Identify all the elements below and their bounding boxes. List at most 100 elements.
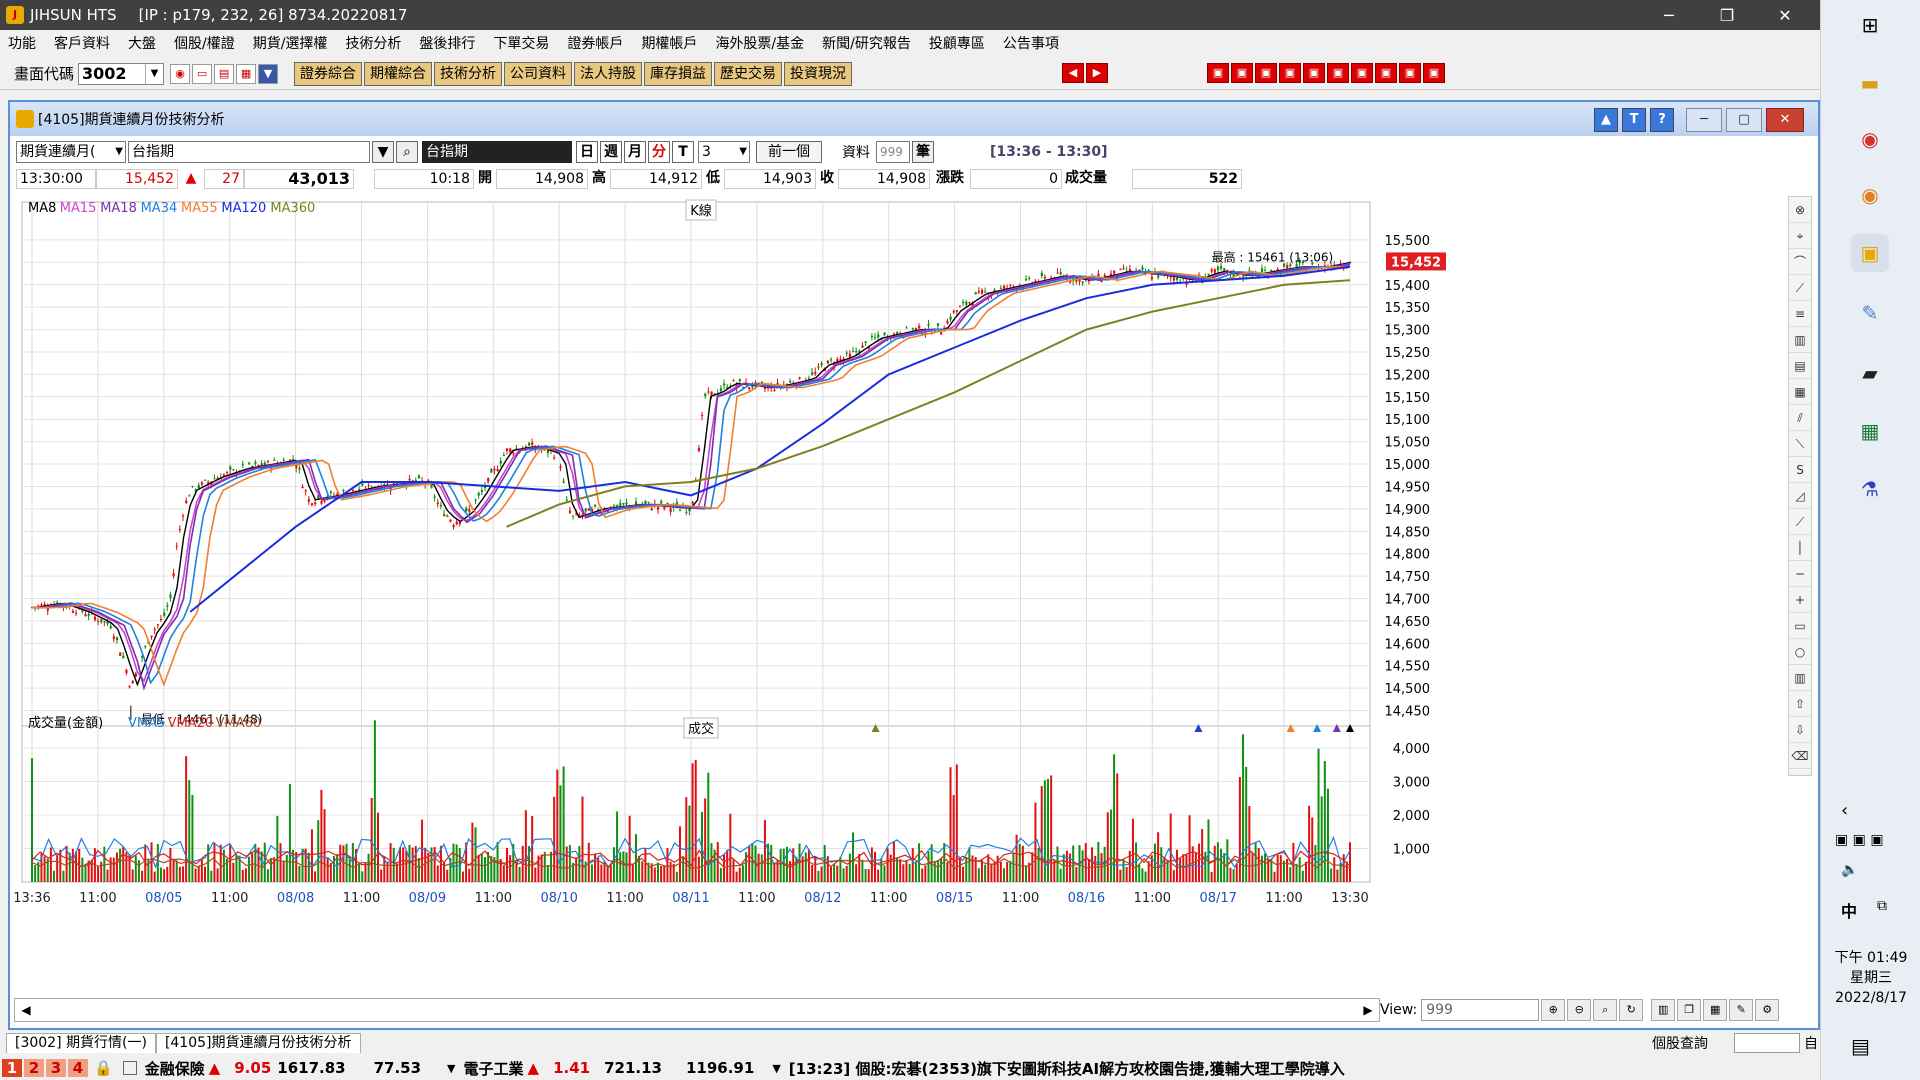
firefox-icon[interactable]: ◉ — [1851, 176, 1889, 214]
jihsun-app-icon[interactable]: ▣ — [1851, 234, 1889, 272]
draw-tool-icon-3[interactable]: ⟋ — [1789, 275, 1811, 301]
flask-icon[interactable]: ⚗ — [1851, 470, 1889, 508]
index-input[interactable]: 台指期 — [128, 141, 370, 163]
tool-icon-8[interactable]: ▣ — [1399, 63, 1421, 83]
draw-tool-icon-1[interactable]: ⌖ — [1789, 223, 1811, 249]
clock[interactable]: 下午 01:49 星期三 2022/8/17 — [1821, 948, 1920, 1008]
tool-icon-3[interactable]: ▣ — [1279, 63, 1301, 83]
windows-start-icon[interactable]: ⊞ — [1851, 6, 1889, 44]
view-input[interactable]: 999 — [1421, 999, 1540, 1021]
menu-item-13[interactable]: 公告事項 — [1003, 33, 1059, 53]
draw-tool-icon-17[interactable]: ○ — [1789, 639, 1811, 665]
tool-icon-1[interactable]: ▣ — [1231, 63, 1253, 83]
zoom-out-icon[interactable]: ⊖ — [1567, 999, 1592, 1021]
settings-chart-icon[interactable]: ▥ — [1651, 999, 1676, 1021]
window-minimize-icon[interactable]: ─ — [1686, 108, 1722, 132]
minute-select[interactable]: 3 ▼ — [698, 141, 750, 163]
text-t-icon[interactable]: T — [1622, 108, 1646, 132]
draw-tool-icon-16[interactable]: ▭ — [1789, 613, 1811, 639]
draw-tool-icon-0[interactable]: ⊗ — [1789, 197, 1811, 223]
menu-item-9[interactable]: 期權帳戶 — [641, 33, 697, 53]
menu-item-5[interactable]: 技術分析 — [345, 33, 401, 53]
period-button-0[interactable]: 日 — [576, 141, 598, 163]
close-icon[interactable]: ✕ — [1756, 0, 1814, 30]
draw-tool-icon-15[interactable]: + — [1789, 587, 1811, 613]
draw-tool-icon-18[interactable]: ▥ — [1789, 665, 1811, 691]
quick-button-7[interactable]: 投資現況 — [784, 61, 853, 86]
table-icon[interactable]: ▦ — [1703, 999, 1728, 1021]
tool-icon-6[interactable]: ▣ — [1351, 63, 1373, 83]
tool-icon-0[interactable]: ▣ — [1207, 63, 1229, 83]
excel-icon[interactable]: ▦ — [1851, 412, 1889, 450]
draw-tool-icon-6[interactable]: ▤ — [1789, 353, 1811, 379]
draw-tool-icon-21[interactable]: ⌫ — [1789, 743, 1811, 769]
menu-item-6[interactable]: 盤後排行 — [419, 33, 475, 53]
notification-icon[interactable]: ▤ — [1851, 1034, 1870, 1058]
draw-tool-icon-19[interactable]: ⇧ — [1789, 691, 1811, 717]
lock-icon[interactable]: 🔒 — [94, 1059, 113, 1077]
quick-button-2[interactable]: 技術分析 — [434, 61, 503, 86]
pencil-icon[interactable]: ✎ — [1729, 999, 1754, 1021]
draw-tool-icon-12[interactable]: ⟋ — [1789, 509, 1811, 535]
contract-select[interactable]: 期貨連續月(▼ — [16, 141, 126, 163]
zoom-in-icon[interactable]: ⊕ — [1541, 999, 1566, 1021]
unit-button[interactable]: 筆 — [912, 141, 934, 163]
refresh-icon[interactable]: ↻ — [1619, 999, 1644, 1021]
volume-icon[interactable]: 🔈 — [1841, 862, 1858, 878]
menu-item-8[interactable]: 證券帳戶 — [567, 33, 623, 53]
gear-icon[interactable]: ⚙ — [1755, 999, 1780, 1021]
period-button-1[interactable]: 週 — [600, 141, 622, 163]
dropdown-icon[interactable]: ▼ — [258, 63, 279, 84]
screen-code-input[interactable]: 3002 ▼ — [78, 62, 165, 85]
tool-icon-2[interactable]: ▣ — [1255, 63, 1277, 83]
tool-icon-5[interactable]: ▣ — [1327, 63, 1349, 83]
chart-area[interactable]: 13:36 11:00 08/05 11:00 08/08 11:00 08/09 11:00… — [13, 192, 1798, 1012]
chart-svg[interactable]: 13:36 11:00 08/05 11:00 08/08 11:00 08/09 11:00… — [13, 192, 1798, 1002]
draw-tool-icon-11[interactable]: ◿ — [1789, 483, 1811, 509]
draw-tool-icon-13[interactable]: │ — [1789, 535, 1811, 561]
menu-item-11[interactable]: 新聞/研究報告 — [822, 33, 911, 53]
scroll-left-icon[interactable]: ◀ — [15, 999, 37, 1021]
menu-item-7[interactable]: 下單交易 — [493, 33, 549, 53]
tool-icon-7[interactable]: ▣ — [1375, 63, 1397, 83]
copy-icon[interactable]: ❐ — [1677, 999, 1702, 1021]
quick-button-4[interactable]: 法人持股 — [574, 61, 643, 86]
period-button-4[interactable]: T — [672, 141, 694, 163]
menu-item-3[interactable]: 個股/權證 — [174, 33, 235, 53]
search-icon[interactable]: ⌕ — [396, 141, 418, 163]
draw-tool-icon-8[interactable]: ⫽ — [1789, 405, 1811, 431]
menu-item-12[interactable]: 投顧專區 — [929, 33, 985, 53]
quick-button-6[interactable]: 歷史交易 — [714, 61, 783, 86]
menu-item-10[interactable]: 海外股票/基金 — [715, 33, 804, 53]
prev-button[interactable]: 前一個 — [756, 141, 822, 163]
draw-tool-icon-9[interactable]: ⟍ — [1789, 431, 1811, 457]
tool-icon-4[interactable]: ▣ — [1303, 63, 1325, 83]
menu-item-0[interactable]: 功能 — [8, 33, 36, 53]
restore-icon[interactable]: ❐ — [1698, 0, 1756, 30]
scroll-right-icon[interactable]: ▶ — [1357, 999, 1379, 1021]
horizontal-scrollbar[interactable]: ◀ ▶ — [14, 998, 1380, 1022]
draw-tool-icon-14[interactable]: ─ — [1789, 561, 1811, 587]
draw-tool-icon-5[interactable]: ▥ — [1789, 327, 1811, 353]
window-close-icon[interactable]: ✕ — [1766, 108, 1804, 132]
chevron-down-icon[interactable]: ▼ — [447, 1062, 455, 1075]
quick-button-3[interactable]: 公司資料 — [504, 61, 573, 86]
quick-button-1[interactable]: 期權綜合 — [364, 61, 433, 86]
stock-query-input[interactable] — [1734, 1033, 1800, 1053]
draw-tool-icon-2[interactable]: ⌒ — [1789, 249, 1811, 275]
menu-item-1[interactable]: 客戶資料 — [54, 33, 110, 53]
chrome-icon[interactable]: ◉ — [1851, 120, 1889, 158]
page-2[interactable]: 2 — [24, 1059, 44, 1077]
folder-icon[interactable]: ▭ — [192, 63, 213, 84]
data-count-input[interactable]: 999 — [876, 141, 910, 163]
chevron-down-icon[interactable]: ▼ — [145, 63, 163, 84]
ime-mode-icon[interactable]: ⧉ — [1877, 898, 1887, 914]
forward-arrow-icon[interactable]: ▶ — [1086, 63, 1108, 83]
period-button-3[interactable]: 分 — [648, 141, 670, 163]
triangle-up-icon[interactable]: ▲ — [1594, 108, 1618, 132]
tray-icons[interactable]: ▣ ▣ ▣ — [1835, 832, 1884, 848]
quick-button-0[interactable]: 證券綜合 — [294, 61, 363, 86]
help-icon[interactable]: ? — [1650, 108, 1674, 132]
news-ticker[interactable]: [13:23] 個股:宏碁(2353)旗下安圖斯科技AI解方攻校園告捷,獲輔大理… — [789, 1058, 1345, 1079]
sticky-notes-icon[interactable]: ▰ — [1851, 354, 1889, 392]
